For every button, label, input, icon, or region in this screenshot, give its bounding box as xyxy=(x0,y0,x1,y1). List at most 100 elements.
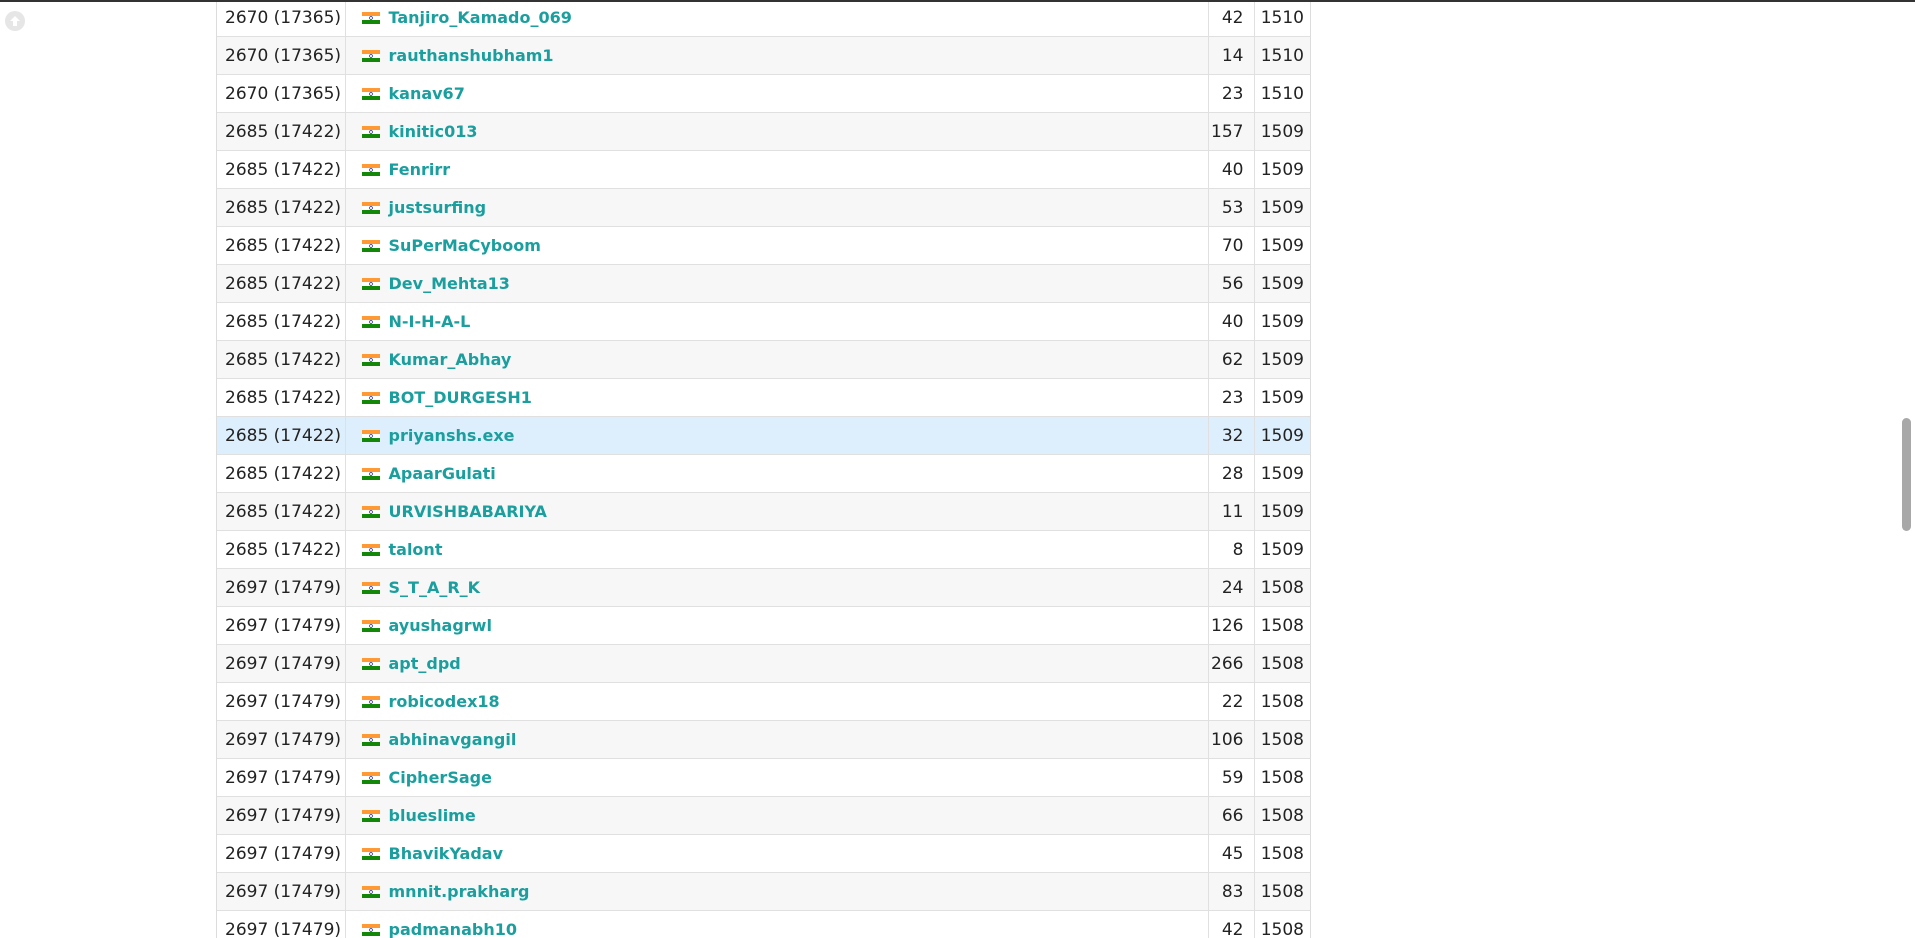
user-handle-link[interactable]: SuPerMaCyboom xyxy=(389,236,541,255)
user-handle-link[interactable]: CipherSage xyxy=(389,768,492,787)
solved-cell: 70 xyxy=(1208,226,1255,265)
rating-cell: 1509 xyxy=(1254,378,1310,417)
rank-cell: 2685 (17422) xyxy=(217,188,346,227)
rank-cell: 2670 (17365) xyxy=(217,74,346,113)
user-handle-link[interactable]: S_T_A_R_K xyxy=(389,578,481,597)
india-flag-icon xyxy=(361,885,380,898)
back-to-top-button[interactable] xyxy=(5,11,25,31)
rating-cell: 1508 xyxy=(1254,910,1310,938)
solved-cell: 14 xyxy=(1208,36,1255,75)
user-handle-link[interactable]: blueslime xyxy=(389,806,476,825)
user-handle-link[interactable]: justsurfing xyxy=(389,198,487,217)
solved-cell: 42 xyxy=(1208,2,1255,37)
india-flag-icon xyxy=(361,847,380,860)
page: 2670 (17365) Tanjiro_Kamado_069 42 1510 … xyxy=(0,0,1915,938)
rank-cell: 2697 (17479) xyxy=(217,796,346,835)
vertical-scrollbar[interactable] xyxy=(1898,2,1915,938)
india-flag-icon xyxy=(361,163,380,176)
rating-cell: 1508 xyxy=(1254,568,1310,607)
user-handle-link[interactable]: rauthanshubham1 xyxy=(389,46,554,65)
rank-cell: 2670 (17365) xyxy=(217,2,346,37)
table-row: 2697 (17479) CipherSage 59 1508 xyxy=(217,758,1310,797)
rank-cell: 2697 (17479) xyxy=(217,682,346,721)
user-handle-link[interactable]: kinitic013 xyxy=(389,122,478,141)
rating-cell: 1510 xyxy=(1254,74,1310,113)
table-row: 2685 (17422) ApaarGulati 28 1509 xyxy=(217,454,1310,493)
solved-cell: 40 xyxy=(1208,302,1255,341)
rating-cell: 1509 xyxy=(1254,302,1310,341)
table-row: 2670 (17365) kanav67 23 1510 xyxy=(217,74,1310,113)
user-handle-link[interactable]: ApaarGulati xyxy=(389,464,496,483)
rank-cell: 2685 (17422) xyxy=(217,340,346,379)
user-cell: rauthanshubham1 xyxy=(345,36,1209,75)
rating-cell: 1510 xyxy=(1254,36,1310,75)
rating-cell: 1508 xyxy=(1254,872,1310,911)
user-cell: Tanjiro_Kamado_069 xyxy=(345,2,1209,37)
standings-table-body: 2670 (17365) Tanjiro_Kamado_069 42 1510 … xyxy=(217,2,1310,938)
rating-cell: 1508 xyxy=(1254,796,1310,835)
user-handle-link[interactable]: talont xyxy=(389,540,443,559)
user-handle-link[interactable]: URVISHBABARIYA xyxy=(389,502,547,521)
user-handle-link[interactable]: Tanjiro_Kamado_069 xyxy=(389,8,572,27)
india-flag-icon xyxy=(361,695,380,708)
table-row: 2685 (17422) URVISHBABARIYA 11 1509 xyxy=(217,492,1310,531)
india-flag-icon xyxy=(361,429,380,442)
solved-cell: 42 xyxy=(1208,910,1255,938)
table-row: 2685 (17422) SuPerMaCyboom 70 1509 xyxy=(217,226,1310,265)
table-row: 2697 (17479) apt_dpd 266 1508 xyxy=(217,644,1310,683)
rating-cell: 1509 xyxy=(1254,340,1310,379)
rating-cell: 1509 xyxy=(1254,150,1310,189)
india-flag-icon xyxy=(361,505,380,518)
solved-cell: 11 xyxy=(1208,492,1255,531)
user-handle-link[interactable]: BOT_DURGESH1 xyxy=(389,388,532,407)
rank-cell: 2697 (17479) xyxy=(217,872,346,911)
user-cell: blueslime xyxy=(345,796,1209,835)
user-cell: apt_dpd xyxy=(345,644,1209,683)
table-row: 2685 (17422) justsurfing 53 1509 xyxy=(217,188,1310,227)
solved-cell: 62 xyxy=(1208,340,1255,379)
user-cell: ayushagrwl xyxy=(345,606,1209,645)
user-handle-link[interactable]: priyanshs.exe xyxy=(389,426,515,445)
standings-table: 2670 (17365) Tanjiro_Kamado_069 42 1510 … xyxy=(217,2,1310,938)
solved-cell: 157 xyxy=(1208,112,1255,151)
rank-cell: 2697 (17479) xyxy=(217,720,346,759)
rank-cell: 2685 (17422) xyxy=(217,112,346,151)
user-handle-link[interactable]: Fenrirr xyxy=(389,160,451,179)
india-flag-icon xyxy=(361,923,380,936)
user-handle-link[interactable]: Dev_Mehta13 xyxy=(389,274,510,293)
user-cell: Kumar_Abhay xyxy=(345,340,1209,379)
user-cell: kanav67 xyxy=(345,74,1209,113)
user-handle-link[interactable]: N-I-H-A-L xyxy=(389,312,471,331)
user-handle-link[interactable]: padmanabh10 xyxy=(389,920,517,938)
india-flag-icon xyxy=(361,809,380,822)
rank-cell: 2697 (17479) xyxy=(217,758,346,797)
solved-cell: 126 xyxy=(1208,606,1255,645)
user-handle-link[interactable]: mnnit.prakharg xyxy=(389,882,530,901)
solved-cell: 24 xyxy=(1208,568,1255,607)
user-handle-link[interactable]: Kumar_Abhay xyxy=(389,350,512,369)
user-cell: robicodex18 xyxy=(345,682,1209,721)
solved-cell: 266 xyxy=(1208,644,1255,683)
solved-cell: 23 xyxy=(1208,74,1255,113)
table-row: 2685 (17422) kinitic013 157 1509 xyxy=(217,112,1310,151)
user-handle-link[interactable]: robicodex18 xyxy=(389,692,500,711)
scrollbar-thumb[interactable] xyxy=(1902,418,1911,531)
standings-table-container: 2670 (17365) Tanjiro_Kamado_069 42 1510 … xyxy=(216,2,1311,938)
user-cell: SuPerMaCyboom xyxy=(345,226,1209,265)
user-cell: N-I-H-A-L xyxy=(345,302,1209,341)
user-handle-link[interactable]: BhavikYadav xyxy=(389,844,504,863)
user-handle-link[interactable]: ayushagrwl xyxy=(389,616,492,635)
user-handle-link[interactable]: kanav67 xyxy=(389,84,465,103)
rating-cell: 1509 xyxy=(1254,454,1310,493)
user-cell: mnnit.prakharg xyxy=(345,872,1209,911)
solved-cell: 23 xyxy=(1208,378,1255,417)
rating-cell: 1509 xyxy=(1254,530,1310,569)
user-handle-link[interactable]: apt_dpd xyxy=(389,654,461,673)
user-cell: priyanshs.exe xyxy=(345,416,1209,455)
rank-cell: 2685 (17422) xyxy=(217,226,346,265)
table-row: 2685 (17422) talont 8 1509 xyxy=(217,530,1310,569)
user-cell: BhavikYadav xyxy=(345,834,1209,873)
india-flag-icon xyxy=(361,733,380,746)
user-handle-link[interactable]: abhinavgangil xyxy=(389,730,517,749)
rating-cell: 1508 xyxy=(1254,682,1310,721)
